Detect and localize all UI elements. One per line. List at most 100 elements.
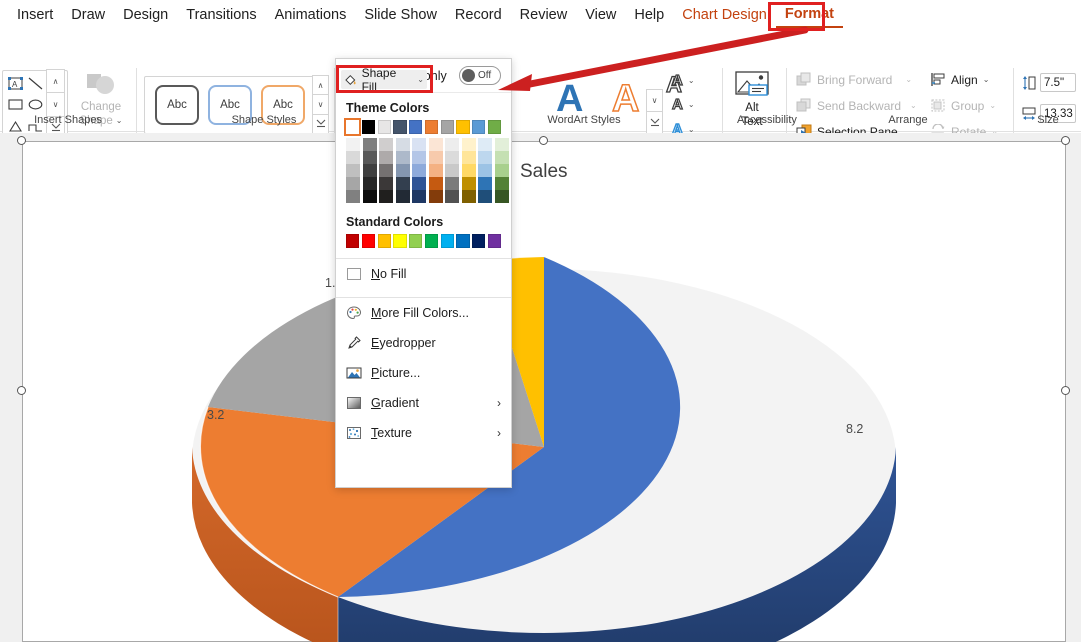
menu-item-format[interactable]: Format <box>775 3 843 28</box>
theme-variant-swatch[interactable] <box>461 190 476 203</box>
standard-color-swatch[interactable] <box>456 234 470 248</box>
theme-color-swatch[interactable] <box>472 120 486 134</box>
theme-colors-variant-rows[interactable] <box>346 138 509 203</box>
theme-variant-swatch[interactable] <box>362 164 377 177</box>
resize-handle-top-left[interactable] <box>17 136 26 145</box>
theme-variant-column[interactable] <box>494 138 509 203</box>
theme-variant-swatch[interactable] <box>478 177 492 190</box>
theme-variant-swatch[interactable] <box>379 177 393 190</box>
theme-variant-column[interactable] <box>412 138 426 203</box>
theme-variant-column[interactable] <box>395 138 410 203</box>
text-fill-row[interactable]: A ⌄ <box>671 72 722 88</box>
fill-menu-item-more-fill-colors[interactable]: More Fill Colors... <box>336 298 511 328</box>
shape-fill-button[interactable]: Shape Fill ⌄ <box>341 66 427 94</box>
fill-menu-item-texture[interactable]: Texture › <box>336 418 511 448</box>
theme-variant-swatch[interactable] <box>395 138 410 151</box>
standard-color-swatch[interactable] <box>472 234 486 248</box>
fill-menu-item-gradient[interactable]: Gradient › <box>336 388 511 418</box>
shape-height-input[interactable]: 7.5" <box>1040 73 1076 92</box>
theme-variant-column[interactable] <box>362 138 377 203</box>
theme-colors-grid[interactable] <box>336 118 511 203</box>
theme-variant-swatch[interactable] <box>494 164 509 177</box>
theme-variant-swatch[interactable] <box>412 164 426 177</box>
theme-variant-swatch[interactable] <box>362 138 377 151</box>
theme-variant-column[interactable] <box>346 138 360 203</box>
fill-menu-item-eyedropper[interactable]: Eyedropper <box>336 328 511 358</box>
styles-scroll-up-icon[interactable]: ∧ <box>312 75 329 96</box>
theme-variant-swatch[interactable] <box>461 177 476 190</box>
resize-handle-top-right[interactable] <box>1061 136 1070 145</box>
menu-item-help[interactable]: Help <box>625 4 673 27</box>
theme-variant-swatch[interactable] <box>412 138 426 151</box>
align-button[interactable]: Align ⌄ <box>930 72 989 87</box>
pie-chart[interactable] <box>22 141 1066 642</box>
theme-variant-swatch[interactable] <box>445 164 459 177</box>
menu-item-animations[interactable]: Animations <box>266 4 356 27</box>
theme-variant-swatch[interactable] <box>445 138 459 151</box>
theme-variant-swatch[interactable] <box>379 138 393 151</box>
shape-fill-dropdown-menu[interactable]: High-contrast only Off Theme Colors Stan… <box>335 58 512 488</box>
text-outline-row[interactable]: A ⌄ <box>671 97 722 113</box>
theme-variant-swatch[interactable] <box>346 138 360 151</box>
standard-colors-row[interactable] <box>346 234 501 248</box>
theme-variant-swatch[interactable] <box>428 138 443 151</box>
theme-variant-swatch[interactable] <box>395 190 410 203</box>
theme-variant-swatch[interactable] <box>412 151 426 164</box>
theme-variant-swatch[interactable] <box>461 164 476 177</box>
chevron-down-icon[interactable]: ⌄ <box>417 75 424 84</box>
slide[interactable]: 8.2 3.2 1. Sales <box>17 136 1070 642</box>
theme-variant-swatch[interactable] <box>461 138 476 151</box>
theme-color-swatch[interactable] <box>409 120 423 134</box>
resize-handle-middle-left[interactable] <box>17 386 26 395</box>
theme-colors-main-row[interactable] <box>343 118 501 136</box>
theme-variant-swatch[interactable] <box>445 151 459 164</box>
theme-color-swatch[interactable] <box>393 120 407 134</box>
standard-color-swatch[interactable] <box>377 234 391 248</box>
theme-variant-swatch[interactable] <box>478 151 492 164</box>
theme-variant-swatch[interactable] <box>445 190 459 203</box>
resize-handle-top-center[interactable] <box>539 136 548 145</box>
theme-variant-swatch[interactable] <box>494 151 509 164</box>
theme-color-swatch[interactable] <box>456 120 470 134</box>
theme-variant-swatch[interactable] <box>478 164 492 177</box>
theme-variant-swatch[interactable] <box>494 177 509 190</box>
theme-variant-swatch[interactable] <box>379 190 393 203</box>
fill-menu-items[interactable]: No Fill More Fill Colors... Eyedropper Pict… <box>336 259 511 448</box>
theme-variant-swatch[interactable] <box>379 151 393 164</box>
theme-variant-swatch[interactable] <box>362 177 377 190</box>
standard-color-swatch[interactable] <box>346 234 360 248</box>
menu-item-transitions[interactable]: Transitions <box>177 4 265 27</box>
standard-color-swatch[interactable] <box>487 234 501 248</box>
theme-variant-swatch[interactable] <box>395 151 410 164</box>
theme-color-swatch[interactable] <box>487 120 501 134</box>
high-contrast-toggle[interactable]: Off <box>459 66 501 85</box>
theme-variant-swatch[interactable] <box>395 164 410 177</box>
theme-variant-swatch[interactable] <box>428 151 443 164</box>
theme-variant-swatch[interactable] <box>395 177 410 190</box>
theme-variant-swatch[interactable] <box>346 151 360 164</box>
standard-color-swatch[interactable] <box>409 234 423 248</box>
theme-variant-swatch[interactable] <box>478 138 492 151</box>
chevron-down-icon[interactable]: ⌄ <box>688 76 695 85</box>
theme-variant-column[interactable] <box>445 138 459 203</box>
theme-variant-swatch[interactable] <box>346 177 360 190</box>
theme-variant-swatch[interactable] <box>346 164 360 177</box>
wordart-thumb-orange-a[interactable]: A <box>611 79 640 119</box>
theme-variant-swatch[interactable] <box>379 164 393 177</box>
theme-variant-swatch[interactable] <box>461 151 476 164</box>
theme-color-swatch[interactable] <box>377 120 391 134</box>
theme-variant-column[interactable] <box>478 138 492 203</box>
shape-oval-icon[interactable] <box>25 94 45 115</box>
theme-variant-swatch[interactable] <box>362 190 377 203</box>
shape-textbox-icon[interactable]: A <box>5 73 25 94</box>
menu-item-review[interactable]: Review <box>511 4 577 27</box>
wordart-thumb-blue-a[interactable]: A <box>556 80 583 118</box>
menu-item-design[interactable]: Design <box>114 4 177 27</box>
theme-variant-swatch[interactable] <box>445 177 459 190</box>
standard-color-swatch[interactable] <box>424 234 438 248</box>
theme-color-swatch[interactable] <box>361 120 375 134</box>
shape-line-icon[interactable] <box>25 73 45 94</box>
styles-scroll-down-icon[interactable]: ∨ <box>312 94 329 115</box>
theme-variant-swatch[interactable] <box>428 164 443 177</box>
theme-variant-swatch[interactable] <box>412 177 426 190</box>
